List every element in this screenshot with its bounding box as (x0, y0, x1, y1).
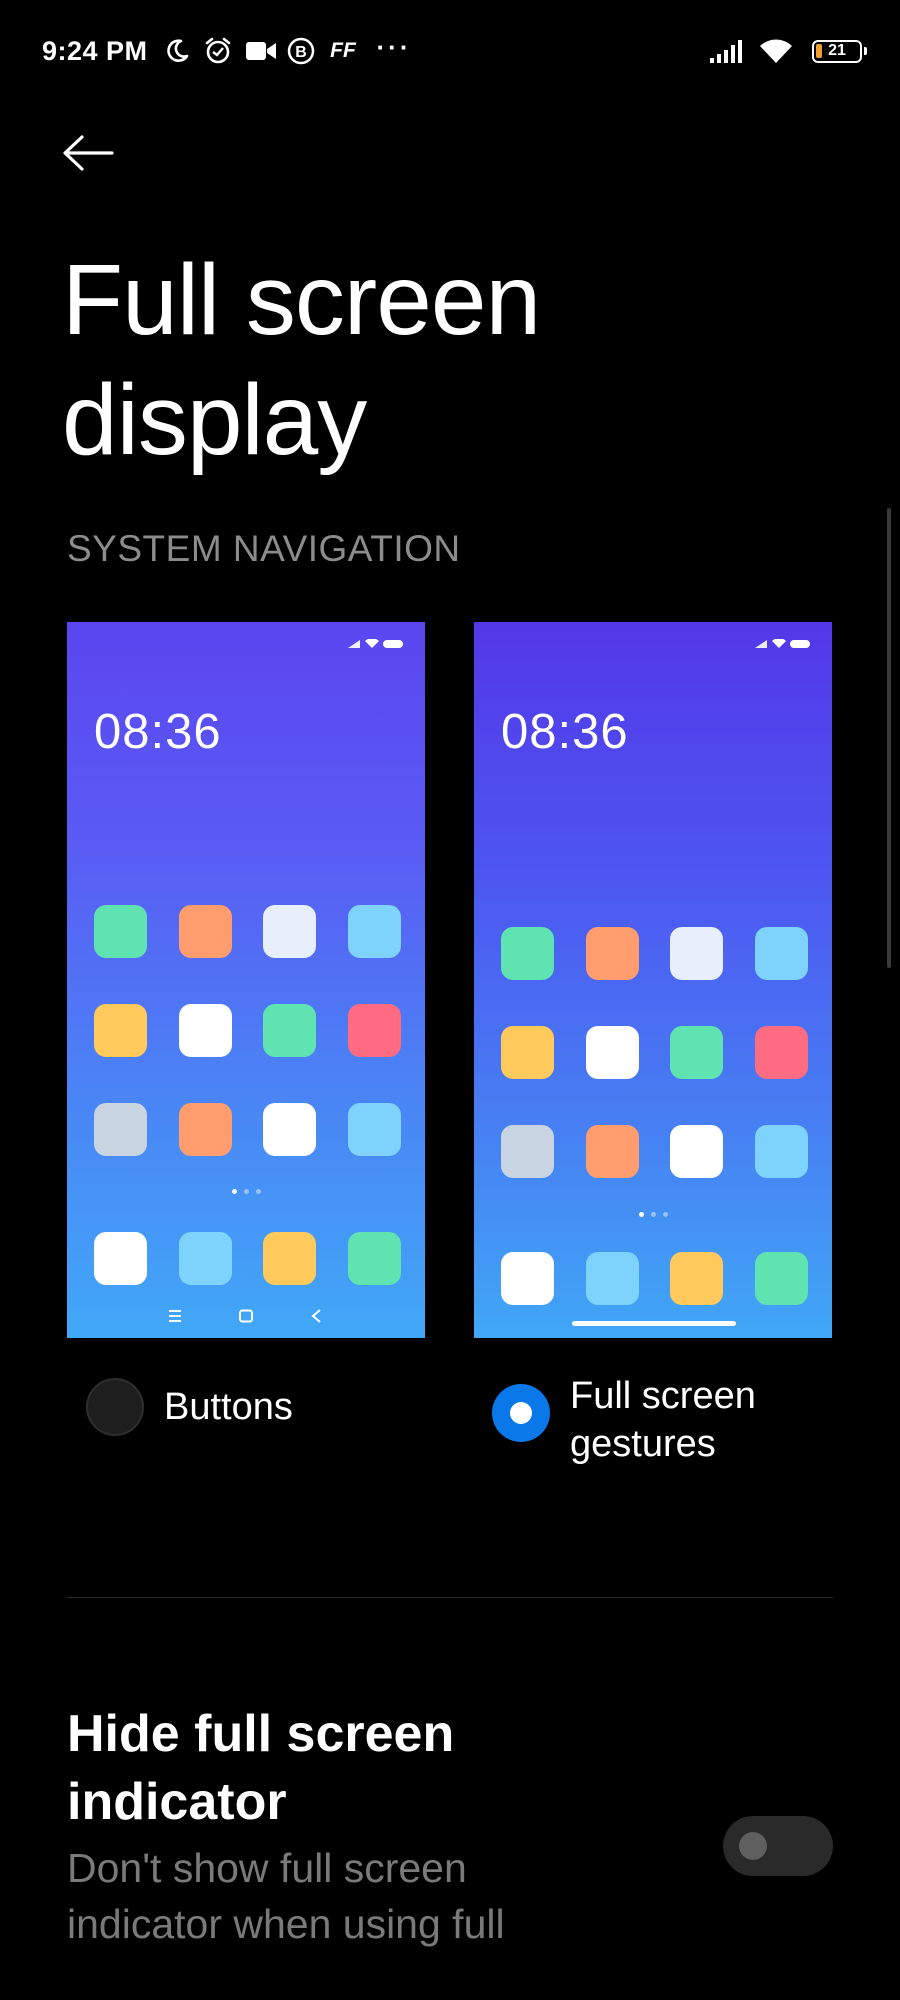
setting-title: Hide full screen indicator (67, 1705, 455, 1831)
app-icon (178, 1004, 232, 1057)
gesture-handle-bar (572, 1321, 736, 1326)
app-icon-grid (94, 905, 401, 1156)
preview-clock: 08:36 (501, 705, 629, 759)
alarm-icon (202, 36, 234, 66)
app-icon (263, 1103, 317, 1156)
app-icon (670, 927, 724, 980)
dock-app-icon (347, 1232, 401, 1285)
app-icon (754, 1026, 808, 1079)
toggle-knob (739, 1832, 767, 1860)
arrow-left-icon (62, 134, 114, 176)
app-icon (501, 1026, 554, 1079)
mini-wifi-icon (772, 639, 786, 648)
section-header: SYSTEM NAVIGATION (67, 528, 461, 569)
dock-app-icon (501, 1252, 554, 1305)
app-icon (501, 1125, 554, 1178)
mini-battery-icon (790, 640, 810, 648)
page-dot (231, 1189, 237, 1194)
option-gestures-label-line1: Full screen (570, 1375, 756, 1417)
ff-icon: FF (330, 39, 356, 62)
home-square-icon (238, 1309, 253, 1323)
app-icon (754, 1125, 808, 1178)
dock (501, 1252, 808, 1305)
dock-app-icon (585, 1252, 639, 1305)
mini-status-icons (754, 639, 810, 649)
page-dot (662, 1212, 668, 1217)
scrollbar[interactable] (887, 508, 891, 968)
back-chevron-icon (311, 1309, 321, 1323)
option-full-screen-gestures[interactable]: Full screen gestures (492, 1372, 756, 1468)
app-icon (94, 1103, 147, 1156)
battery-icon: 21 (812, 40, 867, 63)
dock-app-icon (754, 1252, 808, 1305)
radio-buttons[interactable] (86, 1378, 144, 1436)
setting-description: Don't show full screen indicator when us… (67, 1845, 505, 1947)
dock (94, 1232, 401, 1285)
battery-level: 21 (828, 42, 846, 59)
app-icon (585, 1026, 639, 1079)
app-icon (585, 927, 639, 980)
app-icon (94, 1004, 147, 1057)
page-indicator (67, 1189, 425, 1194)
app-icon (347, 1103, 401, 1156)
option-buttons[interactable]: Buttons (86, 1378, 293, 1436)
wifi-icon (756, 36, 796, 66)
app-icon (94, 905, 147, 958)
app-icon (670, 1125, 724, 1178)
page-indicator (474, 1212, 832, 1217)
page-dot (243, 1189, 249, 1194)
app-icon (754, 927, 808, 980)
mini-battery-icon (383, 640, 403, 648)
hide-indicator-toggle[interactable] (723, 1816, 833, 1876)
mini-status-icons (347, 639, 403, 649)
menu-icon (168, 1310, 181, 1322)
status-time: 9:24 PM (42, 36, 148, 66)
preview-gestures[interactable]: 08:36 (474, 622, 832, 1338)
nav-buttons-bar (67, 1306, 425, 1326)
app-icon (585, 1125, 639, 1178)
signal-icon (708, 36, 746, 66)
preview-clock: 08:36 (94, 705, 222, 759)
mini-signal-icon (348, 640, 360, 648)
radio-full-screen-gestures[interactable] (492, 1384, 550, 1442)
option-buttons-label: Buttons (164, 1386, 293, 1428)
dock-app-icon (670, 1252, 724, 1305)
status-bar: 9:24 PM B FF ··· 21 (0, 0, 900, 100)
svg-text:B: B (295, 44, 307, 61)
moon-icon (162, 36, 192, 66)
page-dot (255, 1189, 261, 1194)
mini-signal-icon (755, 640, 767, 648)
b-circle-icon: B (286, 36, 316, 66)
app-icon (670, 1026, 724, 1079)
page-title: Full screen display (62, 244, 541, 476)
app-icon (263, 905, 317, 958)
dock-app-icon (263, 1232, 317, 1285)
dock-app-icon (94, 1232, 147, 1285)
page-dot (638, 1212, 644, 1217)
back-button[interactable] (62, 125, 132, 185)
page-dot (650, 1212, 656, 1217)
option-gestures-label: Full screen gestures (570, 1372, 756, 1468)
app-icon (347, 905, 401, 958)
preview-buttons[interactable]: 08:36 (67, 622, 425, 1338)
app-icon (263, 1004, 317, 1057)
more-dots-icon: ··· (376, 31, 412, 62)
option-gestures-label-line2: gestures (570, 1423, 716, 1465)
app-icon (347, 1004, 401, 1057)
video-icon (244, 36, 278, 66)
dock-app-icon (178, 1232, 232, 1285)
app-icon (178, 1103, 232, 1156)
divider (67, 1597, 833, 1598)
app-icon-grid (501, 927, 808, 1178)
app-icon (501, 927, 554, 980)
mini-wifi-icon (365, 639, 379, 648)
app-icon (178, 905, 232, 958)
